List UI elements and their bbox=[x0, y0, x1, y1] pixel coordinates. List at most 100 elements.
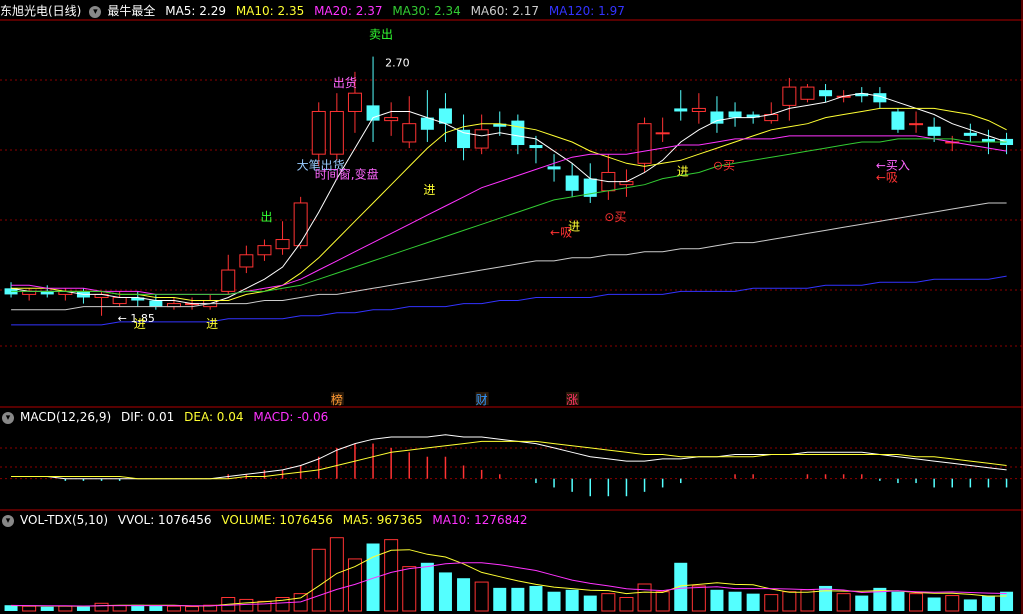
candle-body bbox=[909, 123, 924, 126]
signal-label: 进 bbox=[423, 183, 435, 197]
ma30-line bbox=[11, 138, 1007, 295]
candle-body bbox=[547, 166, 561, 170]
candle-body bbox=[728, 111, 742, 118]
volume-bar bbox=[619, 597, 634, 612]
candle-body bbox=[565, 175, 579, 191]
candle-body bbox=[710, 111, 724, 124]
volume-bar bbox=[891, 591, 905, 611]
volume-bar bbox=[511, 587, 525, 611]
price-pane: 2.70← 1.85进 进出大笔出货时间窗,变盘出货卖出进←吸进⊙买进 ⊙买 ←买入←… bbox=[4, 27, 1014, 407]
ma10-value: MA10: 2.35 bbox=[235, 4, 305, 18]
stock-title: 东旭光电(日线) bbox=[0, 4, 82, 18]
volume-pane bbox=[4, 537, 1014, 612]
signal-label: 出货 bbox=[333, 75, 357, 90]
vol-ma5-value: MA5: 967365 bbox=[342, 513, 423, 527]
volume-bar bbox=[583, 595, 597, 611]
dea-line bbox=[11, 440, 1007, 480]
volume-bar bbox=[402, 566, 417, 612]
volume-bar bbox=[94, 602, 109, 612]
signal-label: 出 bbox=[260, 210, 272, 224]
macd-value: MACD: -0.06 bbox=[253, 410, 329, 424]
ma60-line bbox=[11, 202, 1007, 311]
ma60-value: MA60: 2.17 bbox=[470, 4, 539, 18]
event-marker-label: 榜 bbox=[331, 392, 343, 407]
volume-bar bbox=[438, 572, 452, 611]
volume-bar bbox=[149, 605, 163, 611]
vvol-value: VVOL: 1076456 bbox=[117, 513, 212, 527]
volume-bar bbox=[185, 606, 200, 612]
volume-bar bbox=[40, 606, 54, 611]
volume-bar bbox=[728, 591, 742, 611]
chevron-down-icon[interactable]: ▾ bbox=[2, 514, 14, 527]
volume-legend: ▾ VOL-TDX(5,10) VVOL: 1076456 VOLUME: 107… bbox=[0, 511, 534, 529]
volume-bar bbox=[457, 578, 471, 611]
volume-bar bbox=[420, 562, 434, 611]
candle-body bbox=[329, 110, 344, 155]
macd-legend: ▾ MACD(12,26,9) DIF: 0.01 DEA: 0.04 MACD:… bbox=[0, 408, 334, 426]
volume-value: VOLUME: 1076456 bbox=[221, 513, 333, 527]
macd-name[interactable]: MACD(12,26,9) bbox=[20, 410, 111, 424]
volume-bar bbox=[909, 593, 924, 612]
volume-bar bbox=[565, 589, 579, 611]
volume-bar bbox=[547, 591, 561, 611]
volume-bar bbox=[981, 595, 995, 611]
vol-ma10-value: MA10: 1276842 bbox=[432, 513, 528, 527]
event-marker-label: 财 bbox=[476, 393, 488, 407]
volume-bar bbox=[311, 548, 326, 612]
candle-body bbox=[239, 254, 254, 268]
signal-label: ⊙买 bbox=[604, 210, 626, 224]
vol-name[interactable]: VOL-TDX(5,10) bbox=[20, 513, 108, 527]
volume-bar bbox=[782, 591, 797, 612]
volume-bar bbox=[601, 593, 616, 612]
signal-label: 进 bbox=[206, 317, 218, 331]
ma30-value: MA30: 2.34 bbox=[392, 4, 461, 18]
volume-bar bbox=[945, 595, 960, 612]
candle-body bbox=[800, 86, 815, 100]
candle-body bbox=[384, 117, 399, 122]
volume-bar bbox=[855, 595, 869, 611]
candle-body bbox=[511, 120, 525, 146]
volume-bar bbox=[76, 606, 90, 611]
volume-bar bbox=[166, 605, 181, 612]
candle-body bbox=[149, 300, 163, 307]
formula-name[interactable]: 最牛最全 bbox=[107, 4, 155, 18]
volume-bar bbox=[257, 600, 272, 612]
volume-bar bbox=[710, 589, 724, 611]
candle-body bbox=[221, 269, 236, 292]
ma120-value: MA120: 1.97 bbox=[548, 4, 625, 18]
volume-bar bbox=[1000, 591, 1014, 611]
signal-label: 进 bbox=[134, 317, 146, 331]
candle-body bbox=[891, 111, 905, 130]
max-price-label: 2.70 bbox=[385, 57, 410, 70]
volume-bar bbox=[22, 605, 37, 612]
volume-bar bbox=[655, 591, 670, 612]
volume-bar bbox=[637, 583, 652, 612]
signal-label: ←吸 bbox=[876, 171, 898, 185]
candle-body bbox=[347, 92, 362, 112]
signal-label: 卖出 bbox=[369, 27, 393, 41]
candle-body bbox=[275, 239, 290, 250]
chevron-down-icon[interactable]: ▾ bbox=[89, 5, 102, 18]
candle-body bbox=[927, 126, 941, 136]
volume-bar bbox=[963, 599, 977, 611]
volume-bar bbox=[691, 585, 706, 612]
volume-bar bbox=[329, 537, 344, 612]
candle-body bbox=[257, 245, 272, 256]
candle-body bbox=[529, 145, 543, 149]
candle-body bbox=[674, 108, 688, 112]
event-marker-label: 涨 bbox=[566, 392, 578, 407]
candle-body bbox=[311, 110, 326, 155]
volume-bar bbox=[764, 594, 779, 612]
candle-body bbox=[438, 108, 452, 124]
volume-bar bbox=[239, 598, 254, 612]
candle-body bbox=[112, 296, 127, 305]
ma20-value: MA20: 2.37 bbox=[314, 4, 383, 18]
price-legend: 东旭光电(日线) ▾ 最牛最全 MA5: 2.29 MA10: 2.35 MA20:… bbox=[0, 2, 631, 20]
chevron-down-icon[interactable]: ▾ bbox=[2, 411, 14, 424]
volume-bar bbox=[112, 605, 127, 612]
candle-body bbox=[691, 107, 706, 112]
signal-label: 时间窗,变盘 bbox=[315, 167, 379, 182]
volume-bar bbox=[800, 589, 815, 612]
ma10-line bbox=[11, 107, 1007, 301]
signal-label: ⊙买 bbox=[713, 158, 735, 172]
